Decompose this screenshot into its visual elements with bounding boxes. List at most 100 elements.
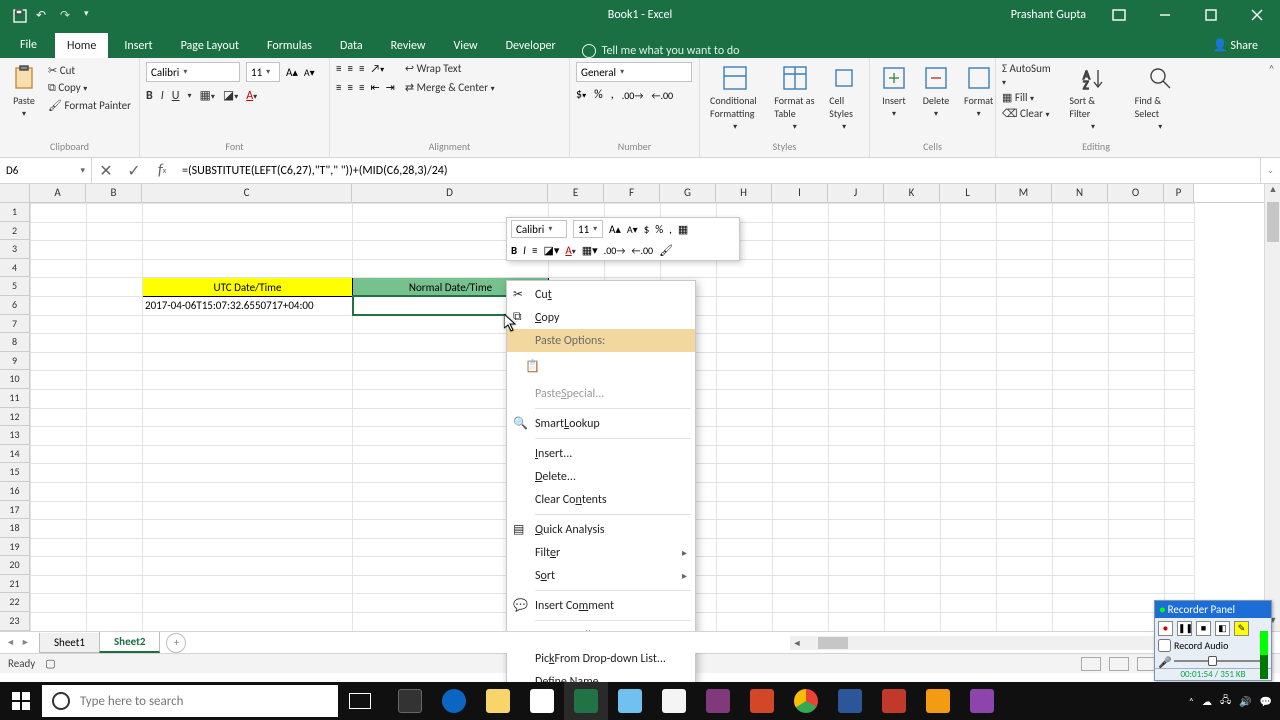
save-icon[interactable]: [12, 8, 26, 22]
italic-button[interactable]: I: [161, 89, 164, 103]
tray-network-icon[interactable]: 🖧: [1220, 693, 1231, 710]
cell-I21[interactable]: [773, 575, 829, 594]
cell-H6[interactable]: [717, 296, 773, 315]
sort-filter-button[interactable]: AZSort & Filter▾: [1065, 62, 1120, 134]
cell-H13[interactable]: [717, 427, 773, 446]
menu-paste[interactable]: 📋: [507, 352, 695, 382]
mini-align-icon[interactable]: ≡: [532, 244, 537, 257]
cell-N15[interactable]: [1053, 464, 1109, 483]
cell-M16[interactable]: [997, 482, 1053, 501]
cell-I15[interactable]: [773, 464, 829, 483]
cell-L7[interactable]: [941, 315, 997, 334]
taskbar-app-1[interactable]: [388, 682, 432, 720]
taskbar-excel[interactable]: [564, 682, 608, 720]
cell-I12[interactable]: [773, 408, 829, 427]
cell-M8[interactable]: [997, 334, 1053, 353]
cell-N8[interactable]: [1053, 334, 1109, 353]
cell-M3[interactable]: [997, 241, 1053, 260]
cell-A21[interactable]: [31, 575, 87, 594]
cell-P2[interactable]: [1165, 222, 1195, 241]
cell-K4[interactable]: [885, 259, 941, 278]
cell-B13[interactable]: [87, 427, 143, 446]
cell-I20[interactable]: [773, 557, 829, 576]
formula-bar[interactable]: =(SUBSTITUTE(LEFT(C6,27),"T"," "))+(MID(…: [176, 158, 1260, 183]
font-color-button[interactable]: A▾: [246, 89, 257, 103]
cell-H9[interactable]: [717, 352, 773, 371]
cell-J21[interactable]: [829, 575, 885, 594]
taskbar-app-2[interactable]: [872, 682, 916, 720]
column-header-I[interactable]: I: [772, 184, 828, 202]
cell-B19[interactable]: [87, 538, 143, 557]
cell-B8[interactable]: [87, 334, 143, 353]
cell-C18[interactable]: [143, 520, 353, 539]
row-header-13[interactable]: 13: [0, 426, 30, 445]
cell-E4[interactable]: [549, 259, 605, 278]
recorder-highlight-button[interactable]: ✎: [1234, 621, 1249, 636]
cell-O16[interactable]: [1109, 482, 1165, 501]
cell-N20[interactable]: [1053, 557, 1109, 576]
cell-C19[interactable]: [143, 538, 353, 557]
cell-C15[interactable]: [143, 464, 353, 483]
cell-N22[interactable]: [1053, 594, 1109, 613]
accounting-format-icon[interactable]: $▾: [576, 88, 586, 102]
cell-C16[interactable]: [143, 482, 353, 501]
cell-B14[interactable]: [87, 445, 143, 464]
cell-A10[interactable]: [31, 371, 87, 390]
cell-K16[interactable]: [885, 482, 941, 501]
cell-L6[interactable]: [941, 296, 997, 315]
cell-M4[interactable]: [997, 259, 1053, 278]
scroll-left-icon[interactable]: ◄: [790, 638, 804, 649]
mini-decrease-font-icon[interactable]: A▾: [627, 223, 638, 236]
tray-volume-icon[interactable]: 🔊: [1239, 695, 1251, 708]
cell-P8[interactable]: [1165, 334, 1195, 353]
column-header-C[interactable]: C: [142, 184, 352, 202]
tab-developer[interactable]: Developer: [494, 33, 568, 58]
mini-fill-color-icon[interactable]: ◪▾: [543, 244, 559, 257]
fill-button[interactable]: ▦ Fill ▾: [1002, 91, 1055, 104]
cell-A4[interactable]: [31, 259, 87, 278]
cell-B5[interactable]: [87, 278, 143, 297]
cell-M19[interactable]: [997, 538, 1053, 557]
cell-M21[interactable]: [997, 575, 1053, 594]
cell-K10[interactable]: [885, 371, 941, 390]
cell-K18[interactable]: [885, 520, 941, 539]
increase-indent-icon[interactable]: ⇥: [386, 81, 395, 94]
cell-B11[interactable]: [87, 389, 143, 408]
cell-L2[interactable]: [941, 222, 997, 241]
qat-customize-icon[interactable]: ▾: [84, 8, 98, 22]
cell-J15[interactable]: [829, 464, 885, 483]
cell-L15[interactable]: [941, 464, 997, 483]
mini-comma-icon[interactable]: ,: [669, 223, 672, 236]
cell-I10[interactable]: [773, 371, 829, 390]
wrap-text-button[interactable]: ↩ Wrap Text: [405, 62, 495, 75]
cell-G4[interactable]: [661, 259, 717, 278]
align-center-icon[interactable]: ≡: [347, 81, 352, 94]
cell-B20[interactable]: [87, 557, 143, 576]
orientation-icon[interactable]: ↗▾: [370, 62, 384, 75]
tab-data[interactable]: Data: [328, 33, 375, 58]
row-header-4[interactable]: 4: [0, 259, 30, 278]
copy-button[interactable]: ⧉ Copy ▾: [48, 81, 131, 95]
cell-B4[interactable]: [87, 259, 143, 278]
taskbar-app-3[interactable]: [916, 682, 960, 720]
cell-H8[interactable]: [717, 334, 773, 353]
cell-C23[interactable]: [143, 613, 353, 632]
cell-B21[interactable]: [87, 575, 143, 594]
cell-A17[interactable]: [31, 501, 87, 520]
column-header-A[interactable]: A: [30, 184, 86, 202]
cell-K1[interactable]: [885, 204, 941, 223]
cell-I17[interactable]: [773, 501, 829, 520]
cell-L4[interactable]: [941, 259, 997, 278]
format-cells-button[interactable]: Format▾: [960, 62, 997, 121]
align-bottom-icon[interactable]: ≡: [359, 62, 364, 75]
cell-P14[interactable]: [1165, 445, 1195, 464]
cell-B23[interactable]: [87, 613, 143, 632]
cell-J13[interactable]: [829, 427, 885, 446]
cell-O21[interactable]: [1109, 575, 1165, 594]
cell-I23[interactable]: [773, 613, 829, 632]
cell-H12[interactable]: [717, 408, 773, 427]
cell-M5[interactable]: [997, 278, 1053, 297]
cell-I13[interactable]: [773, 427, 829, 446]
cut-button[interactable]: ✂ Cut: [48, 64, 131, 77]
row-header-3[interactable]: 3: [0, 240, 30, 259]
